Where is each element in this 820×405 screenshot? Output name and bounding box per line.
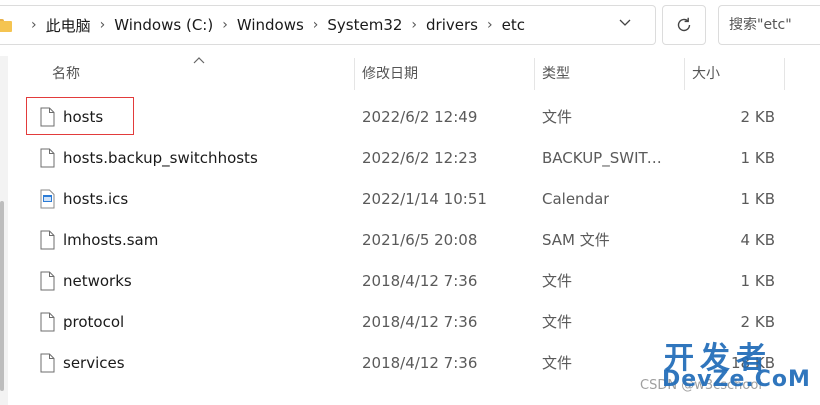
file-row[interactable]: hosts.backup_switchhosts 2022/6/2 12:23 …	[0, 138, 820, 179]
chevron-down-icon[interactable]	[619, 16, 631, 31]
column-divider[interactable]	[784, 58, 785, 90]
file-type: BACKUP_SWITC...	[542, 149, 670, 167]
breadcrumb-this-pc[interactable]: 此电脑	[46, 15, 91, 36]
chevron-right-icon[interactable]: ›	[222, 17, 228, 33]
column-divider[interactable]	[534, 58, 535, 90]
file-size: 1 KB	[740, 272, 775, 290]
file-name: hosts.ics	[63, 190, 129, 208]
file-size: 1 KB	[740, 149, 775, 167]
breadcrumb-system32[interactable]: System32	[327, 16, 402, 34]
file-date: 2018/4/12 7:36	[362, 272, 478, 290]
column-header-size[interactable]: 大小	[692, 56, 720, 92]
calendar-file-icon	[40, 189, 55, 209]
file-date: 2022/6/2 12:23	[362, 149, 478, 167]
file-size: 2 KB	[740, 108, 775, 126]
toolbar: › 此电脑 › Windows (C:) › Windows › System3…	[0, 0, 820, 50]
chevron-right-icon[interactable]: ›	[31, 17, 37, 33]
breadcrumb-etc[interactable]: etc	[502, 16, 525, 34]
file-type: 文件	[542, 108, 573, 126]
file-size: 1 KB	[740, 190, 775, 208]
file-icon	[40, 353, 55, 373]
file-name: protocol	[63, 313, 125, 331]
breadcrumb-drivers[interactable]: drivers	[426, 16, 478, 34]
search-box[interactable]	[718, 5, 820, 45]
file-date: 2021/6/5 20:08	[362, 231, 478, 249]
column-divider[interactable]	[684, 58, 685, 90]
chevron-right-icon[interactable]: ›	[100, 17, 106, 33]
file-name: hosts.backup_switchhosts	[63, 149, 258, 167]
file-type: Calendar	[542, 190, 610, 208]
file-type: 文件	[542, 313, 573, 331]
file-size: 4 KB	[740, 231, 775, 249]
breadcrumb-windows[interactable]: Windows	[237, 16, 304, 34]
chevron-right-icon[interactable]: ›	[487, 17, 493, 33]
column-header-date[interactable]: 修改日期	[362, 56, 418, 92]
breadcrumb-drive-c[interactable]: Windows (C:)	[114, 16, 213, 34]
chevron-right-icon[interactable]: ›	[313, 17, 319, 33]
address-bar[interactable]: › 此电脑 › Windows (C:) › Windows › System3…	[0, 5, 656, 45]
file-icon	[40, 148, 55, 168]
file-date: 2022/6/2 12:49	[362, 108, 478, 126]
column-header-name[interactable]: 名称	[52, 56, 80, 92]
sort-ascending-icon	[193, 56, 205, 67]
file-icon	[40, 312, 55, 332]
chevron-right-icon[interactable]: ›	[411, 17, 417, 33]
file-name: services	[63, 354, 125, 372]
file-row[interactable]: lmhosts.sam 2021/6/5 20:08 SAM 文件 4 KB	[0, 220, 820, 261]
watermark-url: DevZe.CoM	[662, 367, 811, 392]
file-date: 2018/4/12 7:36	[362, 354, 478, 372]
refresh-button[interactable]	[662, 5, 706, 45]
file-type: SAM 文件	[542, 231, 610, 249]
column-header-type[interactable]: 类型	[542, 56, 570, 92]
refresh-icon	[677, 17, 691, 32]
file-icon	[40, 230, 55, 250]
file-row[interactable]: hosts.ics 2022/1/14 10:51 Calendar 1 KB	[0, 179, 820, 220]
file-type: 文件	[542, 272, 573, 290]
search-input[interactable]	[729, 17, 820, 33]
column-header-row: 名称 修改日期 类型 大小	[0, 56, 820, 92]
file-type: 文件	[542, 354, 573, 372]
file-name: networks	[63, 272, 132, 290]
file-date: 2018/4/12 7:36	[362, 313, 478, 331]
file-name: lmhosts.sam	[63, 231, 159, 249]
file-row[interactable]: networks 2018/4/12 7:36 文件 1 KB	[0, 261, 820, 302]
folder-icon	[0, 18, 12, 32]
file-icon	[40, 271, 55, 291]
column-divider[interactable]	[354, 58, 355, 90]
highlight-annotation	[26, 97, 134, 135]
file-date: 2022/1/14 10:51	[362, 190, 487, 208]
